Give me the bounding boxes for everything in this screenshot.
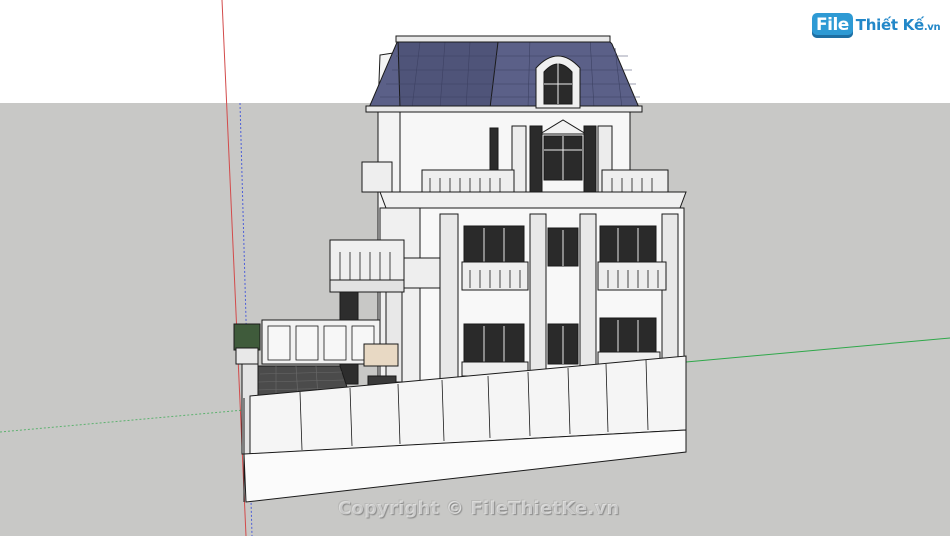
pilaster-3	[579, 213, 597, 383]
copyright-watermark: Copyright © FileThietKe.vn	[338, 498, 620, 519]
hedge-post	[233, 323, 261, 351]
column-upper-gap-2	[583, 125, 597, 197]
terrace-slab	[329, 279, 405, 293]
balcony-upper-left	[361, 161, 393, 193]
logo-suffix: .vn	[923, 22, 941, 33]
window-1f-1	[463, 323, 525, 365]
roof-cornice	[365, 105, 643, 113]
pilaster-1	[439, 213, 459, 383]
logo-name-text: Thiết Kế	[855, 16, 924, 34]
porch-floor	[363, 343, 399, 367]
porch-column-right	[385, 291, 403, 383]
pilaster-2	[529, 213, 547, 383]
roof-ridge	[395, 35, 611, 43]
column-upper-gap	[529, 125, 543, 197]
mid-cornice	[379, 191, 687, 209]
balcony-mid-center	[461, 261, 529, 291]
filethietke-logo: File Thiết Kế.vn	[812, 10, 941, 40]
logo-name: Thiết Kế.vn	[856, 16, 941, 34]
logo-badge: File	[812, 12, 853, 38]
balcony-mid-left	[403, 257, 441, 289]
hedge-post-base	[235, 347, 259, 365]
sketchup-viewport[interactable]: File Thiết Kế.vn Copyright © FileThietKe…	[0, 0, 950, 536]
pilaster-4	[661, 213, 679, 375]
model-scene[interactable]	[0, 0, 950, 536]
